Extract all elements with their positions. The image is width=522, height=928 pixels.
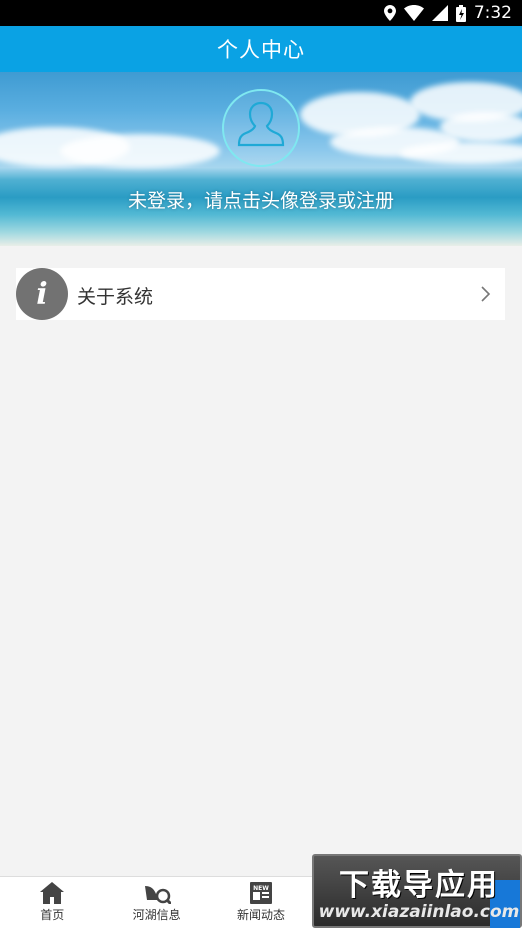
svg-text:NEW: NEW	[253, 885, 269, 892]
watermark-title: 下载导应用	[339, 868, 499, 903]
banner-cloud	[440, 112, 522, 142]
watermark-url: www.xiazaiinlao.com	[318, 902, 520, 922]
home-icon	[40, 882, 65, 904]
nav-item-home[interactable]: 首页	[0, 877, 104, 928]
avatar-login-button[interactable]	[222, 89, 300, 167]
page-title: 个人中心	[217, 38, 305, 62]
nav-label: 新闻动态	[236, 908, 285, 922]
nav-item-news[interactable]: NEW 新闻动态	[209, 877, 313, 928]
chevron-right-icon	[481, 286, 491, 306]
signal-icon	[431, 5, 448, 21]
location-icon	[383, 5, 396, 21]
battery-icon	[455, 4, 466, 22]
banner-cloud	[60, 134, 220, 168]
news-icon: NEW	[249, 882, 272, 904]
wifi-icon	[403, 5, 424, 21]
nav-item-river-info[interactable]: 河湖信息	[104, 877, 208, 928]
menu-item-about-system[interactable]: i 关于系统	[16, 268, 505, 320]
nav-label: 河湖信息	[132, 908, 181, 922]
login-hint-text[interactable]: 未登录，请点击头像登录或注册	[0, 186, 522, 213]
banner-cloud	[400, 142, 522, 164]
menu-item-label: 关于系统	[77, 286, 154, 308]
status-time: 7:32	[473, 3, 512, 23]
info-icon: i	[16, 268, 68, 320]
status-bar: 7:32	[0, 0, 522, 26]
watermark-logo: 下载导应用 www.xiazaiinlao.com	[312, 854, 522, 928]
title-bar: 个人中心	[0, 26, 522, 72]
user-avatar-icon	[237, 100, 285, 156]
river-icon	[143, 882, 171, 904]
nav-label: 首页	[40, 908, 65, 922]
